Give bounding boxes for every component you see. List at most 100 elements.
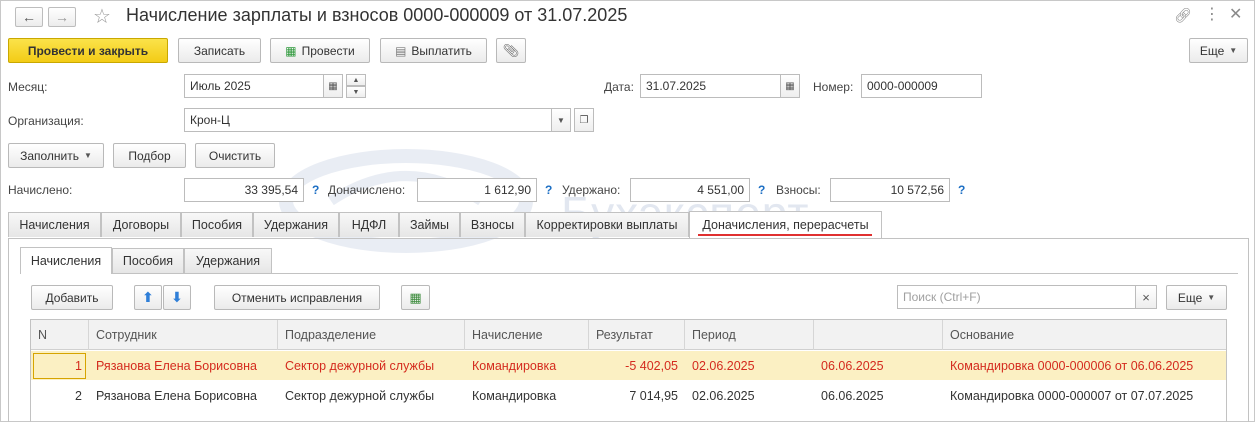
document-window: Бухэксперт ← → ☆ Начисление зарплаты и в… bbox=[0, 0, 1255, 422]
organization-field[interactable]: Крон-Ц bbox=[184, 108, 552, 132]
tab-deductions[interactable]: Удержания bbox=[253, 212, 339, 237]
pay-document-icon: ▤ bbox=[395, 43, 407, 58]
column-header-department[interactable]: Подразделение bbox=[278, 320, 465, 350]
forward-button[interactable]: → bbox=[48, 7, 76, 27]
cell-result: 7 014,95 bbox=[629, 388, 678, 403]
more-button-label: Еще bbox=[1199, 43, 1225, 58]
attach-button[interactable]: 📎︎ bbox=[496, 38, 526, 63]
tab-ndfl[interactable]: НДФЛ bbox=[339, 212, 399, 237]
contributions-label: Взносы: bbox=[776, 183, 821, 197]
column-header-period-end[interactable] bbox=[814, 320, 943, 350]
search-input[interactable]: Поиск (Ctrl+F) bbox=[897, 285, 1136, 309]
save-button[interactable]: Записать bbox=[178, 38, 261, 63]
tab-accruals[interactable]: Начисления bbox=[8, 212, 101, 237]
tab-contributions[interactable]: Взносы bbox=[460, 212, 525, 237]
column-header-accrual[interactable]: Начисление bbox=[465, 320, 589, 350]
month-decrement-button[interactable]: ▼ bbox=[346, 86, 366, 98]
table-row[interactable]: 1 Рязанова Елена Борисовна Сектор дежурн… bbox=[31, 351, 1226, 380]
post-button[interactable]: ▦ Провести bbox=[270, 38, 370, 63]
caret-down-icon: ▼ bbox=[557, 115, 565, 125]
cancel-corrections-button[interactable]: Отменить исправления bbox=[214, 285, 380, 310]
accrued-value: 33 395,54 bbox=[184, 178, 304, 202]
cell-result: -5 402,05 bbox=[625, 358, 678, 373]
calendar-icon: ▦ bbox=[328, 80, 338, 92]
accrued-label: Начислено: bbox=[8, 183, 73, 197]
accrued-help-icon[interactable]: ? bbox=[312, 183, 319, 197]
favorite-star-icon[interactable]: ☆ bbox=[93, 4, 111, 29]
clear-button[interactable]: Очистить bbox=[195, 143, 275, 168]
accruals-table: N Сотрудник Подразделение Начисление Рез… bbox=[30, 319, 1227, 422]
fill-button[interactable]: Заполнить ▼ bbox=[8, 143, 104, 168]
cell-department: Сектор дежурной службы bbox=[285, 358, 435, 373]
post-and-close-button[interactable]: Провести и закрыть bbox=[8, 38, 168, 63]
tab-benefits[interactable]: Пособия bbox=[181, 212, 253, 237]
tab-loans[interactable]: Займы bbox=[399, 212, 460, 237]
cell-department: Сектор дежурной службы bbox=[285, 388, 435, 403]
table-settings-button[interactable]: ▦ bbox=[401, 285, 430, 310]
table-row[interactable]: 2 Рязанова Елена Борисовна Сектор дежурн… bbox=[31, 381, 1226, 410]
column-header-result[interactable]: Результат bbox=[589, 320, 685, 350]
cell-period-end: 06.06.2025 bbox=[821, 388, 884, 403]
clear-icon: × bbox=[1142, 289, 1150, 305]
back-button[interactable]: ← bbox=[15, 7, 43, 27]
column-header-period[interactable]: Период bbox=[685, 320, 814, 350]
pay-button[interactable]: ▤ Выплатить bbox=[380, 38, 487, 63]
number-field[interactable]: 0000-000009 bbox=[861, 74, 982, 98]
month-increment-button[interactable]: ▲ bbox=[346, 74, 366, 86]
month-label: Месяц: bbox=[8, 80, 48, 94]
arrow-left-icon: ← bbox=[22, 9, 36, 25]
column-header-basis[interactable]: Основание bbox=[943, 320, 1228, 350]
add-button[interactable]: Добавить bbox=[31, 285, 113, 310]
cell-accrual: Командировка bbox=[472, 388, 557, 403]
date-field[interactable]: 31.07.2025 bbox=[640, 74, 781, 98]
cell-employee: Рязанова Елена Борисовна bbox=[96, 388, 257, 403]
cell-accrual: Командировка bbox=[472, 358, 557, 373]
date-calendar-button[interactable]: ▦ bbox=[780, 74, 800, 98]
subtab-benefits[interactable]: Пособия bbox=[112, 248, 184, 273]
extra-accrued-help-icon[interactable]: ? bbox=[545, 183, 552, 197]
table-more-label: Еще bbox=[1177, 290, 1203, 305]
table-more-button[interactable]: Еще ▼ bbox=[1166, 285, 1227, 310]
date-label: Дата: bbox=[604, 80, 634, 94]
month-calendar-button[interactable]: ▦ bbox=[323, 74, 343, 98]
organization-label: Организация: bbox=[8, 114, 84, 128]
chevron-up-icon: ▲ bbox=[352, 76, 360, 84]
withheld-value: 4 551,00 bbox=[630, 178, 750, 202]
number-label: Номер: bbox=[813, 80, 854, 94]
select-button[interactable]: Подбор bbox=[113, 143, 186, 168]
table-add-icon: ▦ bbox=[409, 289, 422, 305]
withheld-help-icon[interactable]: ? bbox=[758, 183, 765, 197]
table-header: N Сотрудник Подразделение Начисление Рез… bbox=[31, 320, 1226, 350]
cell-n: 2 bbox=[75, 388, 82, 403]
tab-payment-adjustments[interactable]: Корректировки выплаты bbox=[525, 212, 689, 237]
calendar-icon: ▦ bbox=[785, 80, 795, 92]
organization-dropdown-button[interactable]: ▼ bbox=[551, 108, 571, 132]
subtab-deductions[interactable]: Удержания bbox=[184, 248, 272, 273]
more-vertical-icon[interactable]: ⋮ bbox=[1204, 4, 1220, 24]
search-clear-button[interactable]: × bbox=[1135, 285, 1157, 309]
cell-period-start: 02.06.2025 bbox=[692, 358, 755, 373]
paperclip-icon: 📎︎ bbox=[502, 42, 520, 58]
move-down-button[interactable]: ⬇︎ bbox=[163, 285, 191, 310]
link-icon[interactable]: 🔗︎ bbox=[1174, 7, 1192, 24]
arrow-right-icon: → bbox=[55, 9, 69, 25]
pay-button-label: Выплатить bbox=[411, 43, 472, 58]
subtab-accruals[interactable]: Начисления bbox=[20, 247, 112, 274]
move-up-button[interactable]: ⬆︎ bbox=[134, 285, 162, 310]
month-field[interactable]: Июль 2025 bbox=[184, 74, 324, 98]
extra-accrued-label: Доначислено: bbox=[328, 183, 406, 197]
column-header-n[interactable]: N bbox=[31, 320, 89, 350]
cell-basis: Командировка 0000-000006 от 06.06.2025 bbox=[950, 358, 1194, 373]
more-button[interactable]: Еще ▼ bbox=[1189, 38, 1248, 63]
post-button-label: Провести bbox=[301, 43, 355, 58]
column-header-employee[interactable]: Сотрудник bbox=[89, 320, 278, 350]
tab-contracts[interactable]: Договоры bbox=[101, 212, 181, 237]
cell-basis: Командировка 0000-000007 от 07.07.2025 bbox=[950, 388, 1194, 403]
caret-down-icon: ▼ bbox=[1207, 293, 1216, 302]
cell-employee: Рязанова Елена Борисовна bbox=[96, 358, 257, 373]
page-title: Начисление зарплаты и взносов 0000-00000… bbox=[126, 5, 628, 25]
contributions-help-icon[interactable]: ? bbox=[958, 183, 965, 197]
contributions-value: 10 572,56 bbox=[830, 178, 950, 202]
organization-open-button[interactable]: ❐ bbox=[574, 108, 594, 132]
close-icon[interactable]: ✕ bbox=[1229, 4, 1242, 24]
